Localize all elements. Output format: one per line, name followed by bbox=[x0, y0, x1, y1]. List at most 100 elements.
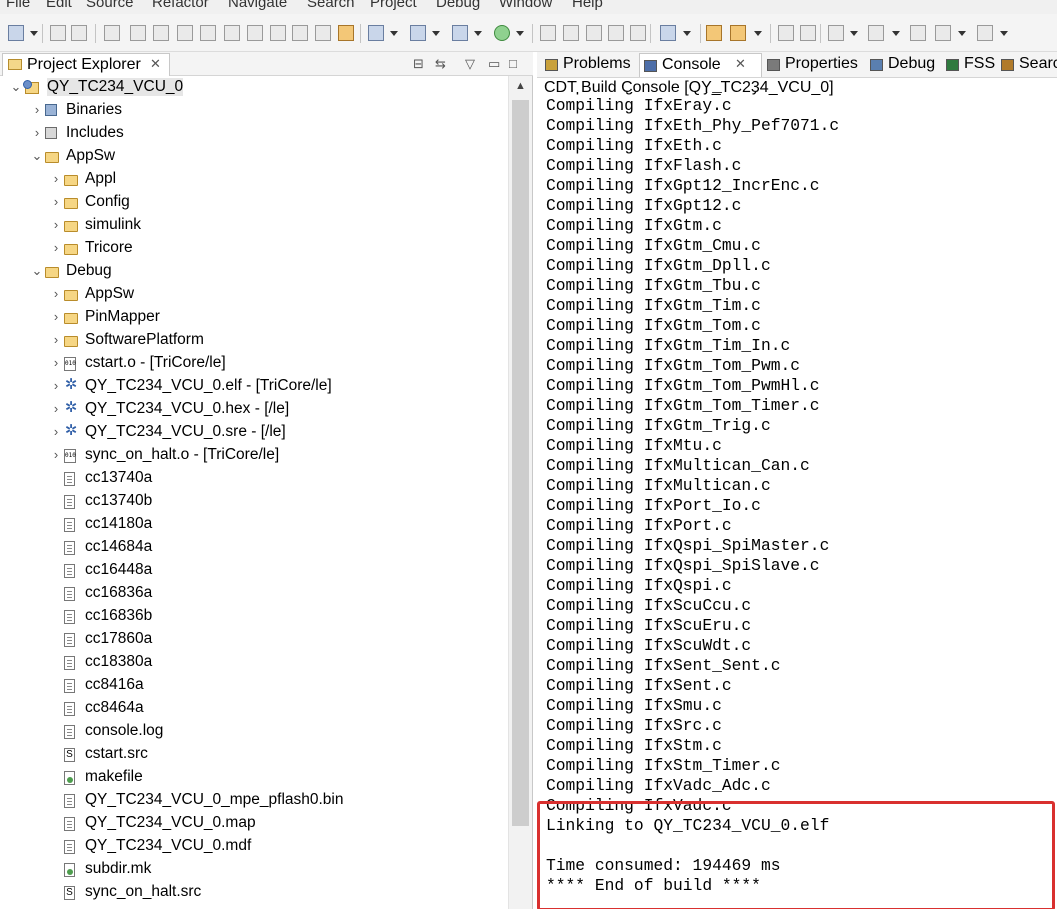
scroll-up-icon[interactable]: ▲ bbox=[515, 80, 526, 92]
tree-item-cc16448a[interactable]: cc16448a bbox=[0, 560, 508, 583]
new-dropdown-icon[interactable] bbox=[30, 31, 38, 36]
pin-icon[interactable] bbox=[730, 25, 746, 41]
prev-annotation-icon[interactable] bbox=[868, 25, 884, 41]
new-project-icon[interactable] bbox=[368, 25, 384, 41]
menu-source[interactable]: Source bbox=[86, 0, 134, 11]
next-annotation-icon[interactable] bbox=[828, 25, 844, 41]
new-class-dropdown-icon[interactable] bbox=[474, 31, 482, 36]
collapsed-chevron-icon[interactable]: › bbox=[50, 378, 62, 393]
tree-item-cc8464a[interactable]: cc8464a bbox=[0, 698, 508, 721]
tab-fss[interactable]: FSS bbox=[942, 53, 995, 77]
pin-dropdown-icon[interactable] bbox=[754, 31, 762, 36]
tree-item-sync-on-halt-src[interactable]: Ssync_on_halt.src bbox=[0, 882, 508, 905]
debug-gear-icon[interactable] bbox=[660, 25, 676, 41]
build-all-icon[interactable] bbox=[586, 25, 602, 41]
disconnect-icon[interactable] bbox=[200, 25, 216, 41]
debug-dropdown-icon[interactable] bbox=[683, 31, 691, 36]
tree-item-cc18380a[interactable]: cc18380a bbox=[0, 652, 508, 675]
minimize-icon[interactable]: ▭ bbox=[488, 56, 500, 72]
tree-item-debug[interactable]: ⌄ Debug bbox=[0, 261, 508, 284]
menu-navigate[interactable]: Navigate bbox=[228, 0, 287, 11]
tree-item-cstart-src[interactable]: Scstart.src bbox=[0, 744, 508, 767]
tab-properties[interactable]: Properties bbox=[763, 53, 863, 77]
tree-item-console-log[interactable]: console.log bbox=[0, 721, 508, 744]
run-dropdown-icon[interactable] bbox=[516, 31, 524, 36]
collapsed-chevron-icon[interactable]: › bbox=[50, 309, 62, 324]
tree-item-pinmapper[interactable]: › PinMapper bbox=[0, 307, 508, 330]
prev-annotation-dropdown-icon[interactable] bbox=[892, 31, 900, 36]
tab-console[interactable]: Console ✕ bbox=[639, 53, 762, 77]
tree-item-appsw[interactable]: ⌄ AppSw bbox=[0, 146, 508, 169]
new-folder-icon[interactable] bbox=[410, 25, 426, 41]
collapsed-chevron-icon[interactable]: › bbox=[31, 125, 43, 140]
new-class-icon[interactable] bbox=[452, 25, 468, 41]
collapsed-chevron-icon[interactable]: › bbox=[50, 401, 62, 416]
skip-breakpoints-icon[interactable] bbox=[338, 25, 354, 41]
tab-debug[interactable]: Debug bbox=[866, 53, 939, 77]
tab-search[interactable]: Search bbox=[997, 53, 1057, 77]
menu-debug[interactable]: Debug bbox=[436, 0, 480, 11]
tree-item-cc14684a[interactable]: cc14684a bbox=[0, 537, 508, 560]
back-dropdown-icon[interactable] bbox=[958, 31, 966, 36]
forward-icon[interactable] bbox=[977, 25, 993, 41]
back-icon[interactable] bbox=[935, 25, 951, 41]
tree-item-softwareplatform[interactable]: › SoftwarePlatform bbox=[0, 330, 508, 353]
forward-dropdown-icon[interactable] bbox=[1000, 31, 1008, 36]
tree-item-subdir-mk[interactable]: subdir.mk bbox=[0, 859, 508, 882]
tree-item-qy-tc234-vcu-0-map[interactable]: QY_TC234_VCU_0.map bbox=[0, 813, 508, 836]
tree-item-cc16836b[interactable]: cc16836b bbox=[0, 606, 508, 629]
tree-item-cc13740b[interactable]: cc13740b bbox=[0, 491, 508, 514]
collapse-all-icon[interactable]: ⊟ bbox=[413, 56, 424, 72]
close-icon[interactable]: ✕ bbox=[735, 56, 746, 72]
run-icon[interactable] bbox=[494, 25, 510, 41]
link-with-editor-icon[interactable]: ⇆ bbox=[435, 56, 446, 72]
expanded-chevron-icon[interactable]: ⌄ bbox=[31, 148, 43, 164]
collapsed-chevron-icon[interactable]: › bbox=[50, 240, 62, 255]
tree-item-qy-tc234-vcu-0-sre-le[interactable]: › ✲ QY_TC234_VCU_0.sre - [/le] bbox=[0, 422, 508, 445]
clean-icon[interactable] bbox=[608, 25, 624, 41]
expanded-chevron-icon[interactable]: ⌄ bbox=[10, 79, 22, 95]
menu-file[interactable]: File bbox=[6, 0, 30, 11]
expanded-chevron-icon[interactable]: ⌄ bbox=[31, 263, 43, 279]
tree-item-includes[interactable]: › Includes bbox=[0, 123, 508, 146]
console-output[interactable]: Compiling IfxEray_Eray.cCompiling IfxEra… bbox=[546, 92, 1056, 909]
tree-item-qy-tc234-vcu-0-hex-le[interactable]: › ✲ QY_TC234_VCU_0.hex - [/le] bbox=[0, 399, 508, 422]
tree-item-cc8416a[interactable]: cc8416a bbox=[0, 675, 508, 698]
collapsed-chevron-icon[interactable]: › bbox=[50, 355, 62, 370]
tree-item-qy-tc234-vcu-0-mdf[interactable]: QY_TC234_VCU_0.mdf bbox=[0, 836, 508, 859]
step-over-icon[interactable] bbox=[247, 25, 263, 41]
tree-item-qy-tc234-vcu-0-mpe-pflash0-bin[interactable]: QY_TC234_VCU_0_mpe_pflash0.bin bbox=[0, 790, 508, 813]
tool-icon[interactable] bbox=[540, 25, 556, 41]
new-folder-dropdown-icon[interactable] bbox=[432, 31, 440, 36]
tab-project-explorer[interactable]: Project Explorer ✕ bbox=[2, 53, 170, 76]
menu-help[interactable]: Help bbox=[572, 0, 603, 11]
tree-scrollbar[interactable]: ▲ bbox=[508, 76, 532, 909]
menu-search[interactable]: Search bbox=[307, 0, 355, 11]
suspend-icon[interactable] bbox=[153, 25, 169, 41]
save-icon[interactable] bbox=[50, 25, 66, 41]
tab-problems[interactable]: Problems bbox=[541, 53, 637, 77]
tree-item-cstart-o-tricore-le[interactable]: › 010 cstart.o - [TriCore/le] bbox=[0, 353, 508, 376]
new-icon[interactable] bbox=[8, 25, 24, 41]
collapsed-chevron-icon[interactable]: › bbox=[50, 171, 62, 186]
menu-window[interactable]: Window bbox=[499, 0, 552, 11]
tree-item-cc16836a[interactable]: cc16836a bbox=[0, 583, 508, 606]
menu-refactor[interactable]: Refactor bbox=[152, 0, 209, 11]
tree-item-cc13740a[interactable]: cc13740a bbox=[0, 468, 508, 491]
tree-item-sync-on-halt-o-tricore-le[interactable]: › 010 sync_on_halt.o - [TriCore/le] bbox=[0, 445, 508, 468]
menu-project[interactable]: Project bbox=[370, 0, 417, 11]
last-edit-icon[interactable] bbox=[910, 25, 926, 41]
collapsed-chevron-icon[interactable]: › bbox=[50, 447, 62, 462]
show-whitespace-icon[interactable] bbox=[778, 25, 794, 41]
tree-item-simulink[interactable]: › simulink bbox=[0, 215, 508, 238]
drop-to-frame-icon[interactable] bbox=[292, 25, 308, 41]
maximize-icon[interactable]: □ bbox=[509, 56, 517, 71]
tree-item-tricore[interactable]: › Tricore bbox=[0, 238, 508, 261]
tree-item-binaries[interactable]: › Binaries bbox=[0, 100, 508, 123]
collapsed-chevron-icon[interactable]: › bbox=[50, 424, 62, 439]
terminate-icon[interactable] bbox=[177, 25, 193, 41]
menu-edit[interactable]: Edit bbox=[46, 0, 72, 11]
tree-item-qy-tc234-vcu-0-elf-tricore-le[interactable]: › ✲ QY_TC234_VCU_0.elf - [TriCore/le] bbox=[0, 376, 508, 399]
tree-item-appl[interactable]: › Appl bbox=[0, 169, 508, 192]
save-all-icon[interactable] bbox=[71, 25, 87, 41]
